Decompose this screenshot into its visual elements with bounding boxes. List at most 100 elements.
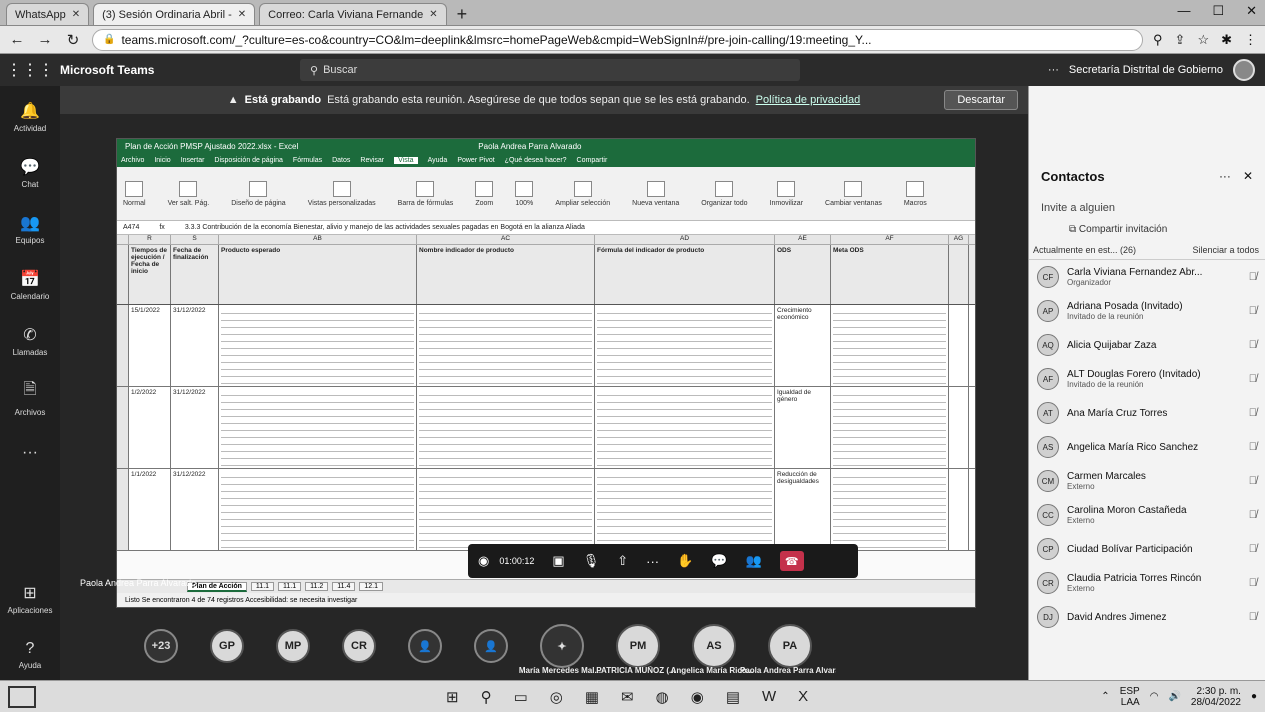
search-input[interactable]: ⚲ Buscar xyxy=(300,59,800,81)
excel-menu-item[interactable]: Archivo xyxy=(121,157,144,164)
mic-muted-icon[interactable]: 🎙̸ xyxy=(1249,475,1257,487)
mic-muted-icon[interactable]: 🎙̸ xyxy=(1249,407,1257,419)
minimize-icon[interactable]: — xyxy=(1177,3,1190,19)
language-indicator[interactable]: ESP LAA xyxy=(1120,686,1140,708)
ribbon-button[interactable]: Normal xyxy=(123,180,146,207)
participant-tile[interactable]: MP xyxy=(276,629,310,663)
mic-off-icon[interactable]: 🎙 xyxy=(583,553,600,569)
participant-row[interactable]: CR Claudia Patricia Torres Rincón Externo 🎙… xyxy=(1029,566,1265,600)
rail-help[interactable]: ? Ayuda xyxy=(2,630,58,680)
chrome-icon[interactable]: ◉ xyxy=(691,688,704,706)
volume-icon[interactable]: 🔊 xyxy=(1168,691,1180,702)
participant-row[interactable]: AQ Alicia Quijabar Zaza 🎙̸ xyxy=(1029,328,1265,362)
sheet-tab[interactable]: 11.1 xyxy=(278,582,302,591)
participant-tile[interactable]: PAPaola Andrea Parra Alvarad... xyxy=(740,624,836,675)
tab-whatsapp[interactable]: WhatsApp ✕ xyxy=(6,3,90,25)
participant-tile[interactable]: GP xyxy=(210,629,244,663)
close-window-icon[interactable]: ✕ xyxy=(1246,3,1257,19)
ribbon-button[interactable]: Ver salt. Pág. xyxy=(168,180,209,207)
share-screen-icon[interactable]: ⇧ xyxy=(617,553,628,569)
mic-muted-icon[interactable]: 🎙̸ xyxy=(1249,577,1257,589)
notification-icon[interactable]: ● xyxy=(1251,691,1257,702)
rail-activity[interactable]: 🔔 Actividad xyxy=(2,92,58,142)
participant-row[interactable]: AP Adriana Posada (Invitado) Invitado de l… xyxy=(1029,294,1265,328)
excel-menu-item[interactable]: Datos xyxy=(332,157,350,164)
mic-muted-icon[interactable]: 🎙̸ xyxy=(1249,305,1257,317)
excel-menu-item[interactable]: Power Pivot xyxy=(457,157,494,164)
mic-muted-icon[interactable]: 🎙̸ xyxy=(1249,441,1257,453)
camera-off-icon[interactable]: ▣ xyxy=(552,553,564,569)
sheet-tab[interactable]: 11.4 xyxy=(332,582,356,591)
star-icon[interactable]: ☆ xyxy=(1197,32,1209,48)
tab-mail[interactable]: Correo: Carla Viviana Fernande ✕ xyxy=(259,3,447,25)
wifi-icon[interactable]: ◠ xyxy=(1150,691,1159,702)
participant-tile[interactable]: AS Angelica María Rico... xyxy=(671,624,753,675)
participant-row[interactable]: DJ David Andres Jimenez 🎙̸ xyxy=(1029,600,1265,634)
reload-icon[interactable]: ↻ xyxy=(64,31,82,49)
raise-hand-icon[interactable]: ✋ xyxy=(677,553,693,569)
maximize-icon[interactable]: ☐ xyxy=(1212,3,1224,19)
extension-icon[interactable]: ✱ xyxy=(1221,32,1232,48)
edge-icon[interactable]: ◍ xyxy=(656,688,669,706)
mute-all-button[interactable]: Silenciar a todos xyxy=(1192,245,1259,255)
excel-menu-item[interactable]: Insertar xyxy=(181,157,205,164)
rail-chat[interactable]: 💬 Chat xyxy=(2,148,58,198)
participants-icon[interactable]: 👥 xyxy=(745,553,761,569)
sheet-tab[interactable]: 12.1 xyxy=(359,582,383,591)
participant-row[interactable]: CC Carolina Moron Castañeda Externo 🎙̸ xyxy=(1029,498,1265,532)
ribbon-button[interactable]: Inmovilizar xyxy=(770,180,803,207)
avatar[interactable] xyxy=(1233,59,1255,81)
table-row[interactable]: 1/1/2022 31/12/2022 Reducción de desigua… xyxy=(117,469,975,551)
store-icon[interactable]: ▦ xyxy=(585,688,599,706)
more-actions-icon[interactable]: ··· xyxy=(646,554,659,569)
excel-menu-item[interactable]: Disposición de página xyxy=(214,157,283,164)
rail-calendar[interactable]: 📅 Calendario xyxy=(2,260,58,310)
participant-row[interactable]: AT Ana María Cruz Torres 🎙̸ xyxy=(1029,396,1265,430)
mail-icon[interactable]: ✉ xyxy=(621,688,634,706)
mic-muted-icon[interactable]: 🎙̸ xyxy=(1249,611,1257,623)
excel-menu-item[interactable]: Ayuda xyxy=(428,157,448,164)
more-options-icon[interactable]: ··· xyxy=(1048,64,1059,76)
share-invite-button[interactable]: ⧉ Compartir invitación xyxy=(1029,220,1265,243)
back-icon[interactable]: ← xyxy=(8,31,26,48)
participant-row[interactable]: CF Carla Viviana Fernandez Abr... Organiza… xyxy=(1029,260,1265,294)
chat-icon[interactable]: ◎ xyxy=(550,688,563,706)
participant-tile[interactable]: +23 xyxy=(144,629,178,663)
ribbon-button[interactable]: Macros xyxy=(904,180,927,207)
ribbon-button[interactable]: Vistas personalizadas xyxy=(308,180,376,207)
close-icon[interactable]: ✕ xyxy=(429,9,437,20)
rail-apps[interactable]: ⊞ Aplicaciones xyxy=(2,574,58,624)
file-explorer-icon[interactable]: ▭ xyxy=(514,688,528,706)
excel-menu-item[interactable]: ¿Qué desea hacer? xyxy=(505,157,567,164)
search-icon[interactable]: ⚲ xyxy=(1153,32,1163,48)
participant-tile[interactable]: 👤 xyxy=(408,629,442,663)
more-options-icon[interactable]: ··· xyxy=(1219,169,1231,183)
participant-row[interactable]: AF ALT Douglas Forero (Invitado) Invitado … xyxy=(1029,362,1265,396)
chat-icon[interactable]: 💬 xyxy=(711,553,727,569)
rail-files[interactable]: 🗎 Archivos xyxy=(2,372,58,422)
ribbon-button[interactable]: Barra de fórmulas xyxy=(398,180,453,207)
tab-teams-meeting[interactable]: (3) Sesión Ordinaria Abril - ✕ xyxy=(93,3,256,25)
calculator-icon[interactable]: ▤ xyxy=(726,688,740,706)
new-tab-button[interactable]: + xyxy=(451,3,474,25)
participant-row[interactable]: CM Carmen Marcales Externo 🎙̸ xyxy=(1029,464,1265,498)
mic-muted-icon[interactable]: 🎙̸ xyxy=(1249,271,1257,283)
hang-up-button[interactable]: ☎ xyxy=(779,551,804,571)
invite-input[interactable]: Invite a alguien xyxy=(1029,196,1265,220)
participant-tile[interactable]: ✦ María Mercedes Mal... xyxy=(519,624,601,675)
task-view-icon[interactable] xyxy=(8,685,36,708)
table-row[interactable]: 1/2/2022 31/12/2022 Igualdad de género xyxy=(117,387,975,469)
ribbon-button[interactable]: Diseño de página xyxy=(231,180,286,207)
app-launcher-icon[interactable]: ⋮⋮⋮ xyxy=(0,60,60,80)
windows-start-icon[interactable]: ⊞ xyxy=(446,688,459,706)
participant-row[interactable]: AS Angelica María Rico Sanchez 🎙̸ xyxy=(1029,430,1265,464)
ribbon-button[interactable]: 100% xyxy=(515,180,534,207)
close-icon[interactable]: ✕ xyxy=(238,9,246,20)
sheet-tab[interactable]: 11.1 xyxy=(250,582,275,591)
participant-tile[interactable]: PM PATRICIA MUÑOZ (... xyxy=(596,624,676,675)
rail-calls[interactable]: ✆ Llamadas xyxy=(2,316,58,366)
rail-teams[interactable]: 👥 Equipos xyxy=(2,204,58,254)
mic-muted-icon[interactable]: 🎙̸ xyxy=(1249,543,1257,555)
search-icon[interactable]: ⚲ xyxy=(481,688,492,706)
forward-icon[interactable]: → xyxy=(36,31,54,48)
